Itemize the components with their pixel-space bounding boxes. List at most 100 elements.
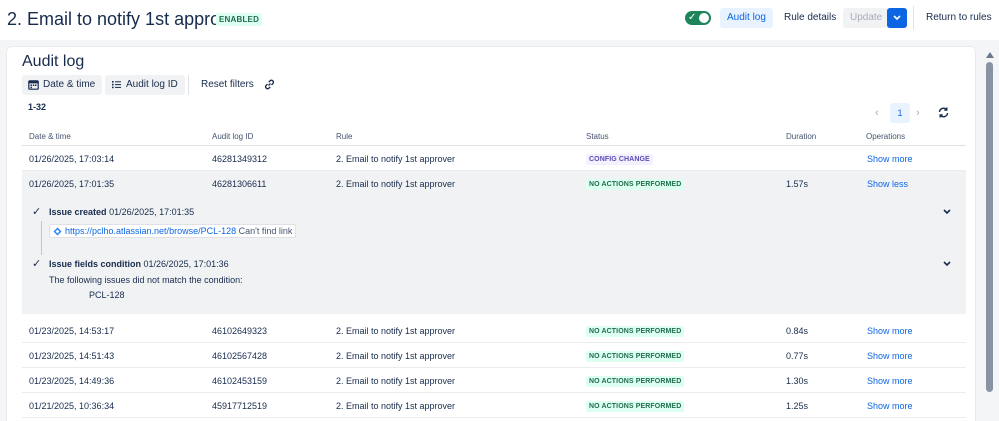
reset-filters-button[interactable]: Reset filters (201, 75, 254, 95)
cell-date: 01/23/2025, 14:53:17 (29, 326, 115, 336)
status-lozenge: NO ACTIONS PERFORMED (586, 350, 685, 362)
cell-rule: 2. Email to notify 1st approver (336, 401, 456, 411)
cell-date: 01/23/2025, 14:51:43 (29, 351, 115, 361)
chevron-right-icon[interactable]: › (916, 107, 920, 119)
column-header-audit-log-id[interactable]: Audit log ID (212, 132, 253, 141)
cell-rule: 2. Email to notify 1st approver (336, 154, 456, 164)
component-time: 01/26/2025, 17:01:35 (109, 207, 195, 217)
status-lozenge: NO ACTIONS PERFORMED (586, 178, 685, 190)
table-row: 01/23/2025, 14:49:36 46102453159 2. Emai… (22, 368, 966, 393)
component-time: 01/26/2025, 17:01:36 (143, 259, 229, 269)
status-lozenge-text: NO ACTIONS PERFORMED (586, 376, 685, 387)
chevron-down-icon (893, 15, 901, 21)
column-header-operations: Operations (866, 132, 906, 141)
unmatched-issue-key: PCL-128 (89, 290, 125, 300)
status-lozenge: NO ACTIONS PERFORMED (586, 325, 685, 337)
check-icon: ✓ (32, 206, 42, 218)
rule-details-button[interactable]: Rule details (777, 8, 843, 28)
chevron-down-icon[interactable] (943, 209, 951, 215)
page-button-current[interactable]: 1 (890, 103, 910, 123)
audit-log-button[interactable]: Audit log (720, 8, 773, 28)
show-more-link[interactable]: Show more (867, 326, 913, 336)
jira-icon (53, 227, 62, 236)
cell-audit-id: 46102567428 (212, 351, 268, 361)
status-lozenge: CONFIG CHANGE (586, 153, 653, 165)
cell-date: 01/26/2025, 17:01:35 (29, 179, 115, 189)
date-time-filter-button[interactable]: Date & time (22, 75, 103, 95)
status-lozenge-text: NO ACTIONS PERFORMED (586, 401, 685, 412)
chevron-down-icon[interactable] (943, 261, 951, 267)
link-icon[interactable] (263, 78, 276, 91)
header-divider (913, 6, 914, 30)
cell-duration: 1.30s (786, 376, 809, 386)
status-lozenge-text: NO ACTIONS PERFORMED (586, 326, 685, 337)
cell-audit-id: 46281349312 (212, 154, 268, 164)
table-row: 01/23/2025, 14:53:17 46102649323 2. Emai… (22, 318, 966, 343)
rule-title: 2. Email to notify 1st approver (7, 9, 246, 29)
component-issue-fields-condition: Issue fields condition 01/26/2025, 17:01… (49, 259, 229, 269)
scrollbar-thumb[interactable] (986, 62, 993, 392)
cell-audit-id: 46281306611 (212, 179, 267, 189)
table-row: 01/26/2025, 17:03:14 46281349312 2. Emai… (22, 146, 966, 171)
condition-message: The following issues did not match the c… (49, 275, 243, 285)
filter-divider (188, 75, 189, 95)
list-icon (112, 81, 121, 89)
calendar-icon (28, 80, 39, 90)
cell-audit-id: 46102649323 (212, 326, 268, 336)
check-icon: ✓ (688, 12, 697, 23)
toggle-knob (699, 13, 709, 23)
status-lozenge-text: CONFIG CHANGE (586, 154, 653, 165)
column-header-status[interactable]: Status (586, 132, 609, 141)
audit-log-id-filter-label: Audit log ID (126, 79, 178, 90)
status-lozenge-text: NO ACTIONS PERFORMED (586, 179, 685, 190)
cell-audit-id: 45917712519 (212, 401, 268, 411)
cell-duration: 0.84s (786, 326, 809, 336)
rule-enabled-toggle[interactable]: ✓ (685, 11, 711, 25)
show-more-link[interactable]: Show more (867, 351, 913, 361)
show-more-link[interactable]: Show more (867, 376, 913, 386)
status-lozenge-text: NO ACTIONS PERFORMED (586, 351, 685, 362)
audit-log-panel: Audit log Date & time Audit log ID Reset… (7, 47, 975, 421)
result-count: 1-32 (28, 102, 47, 112)
column-header-date[interactable]: Date & time (29, 132, 71, 141)
show-less-link[interactable]: Show less (867, 179, 908, 189)
cell-rule: 2. Email to notify 1st approver (336, 351, 456, 361)
refresh-icon[interactable] (937, 106, 950, 119)
update-button[interactable]: Update (843, 8, 890, 28)
table-row: 01/23/2025, 14:51:43 46102567428 2. Emai… (22, 343, 966, 368)
return-to-rules-button[interactable]: Return to rules (919, 8, 999, 28)
cell-rule: 2. Email to notify 1st approver (336, 179, 456, 189)
issue-url-link[interactable]: https://pclho.atlassian.net/browse/PCL-1… (65, 226, 236, 236)
show-more-link[interactable]: Show more (867, 154, 913, 164)
component-issue-created: Issue created 01/26/2025, 17:01:35 (49, 207, 194, 217)
enabled-badge: ENABLED (216, 13, 263, 26)
cell-date: 01/23/2025, 14:49:36 (29, 376, 115, 386)
cell-rule: 2. Email to notify 1st approver (336, 326, 456, 336)
table-row: 01/21/2025, 10:36:34 45917712519 2. Emai… (22, 393, 966, 418)
cell-duration: 1.25s (786, 401, 809, 411)
table-row-expanded: 01/26/2025, 17:01:35 46281306611 2. Emai… (22, 171, 966, 196)
component-title: Issue created (49, 207, 107, 217)
issue-link-chip[interactable]: https://pclho.atlassian.net/browse/PCL-1… (49, 224, 297, 238)
status-lozenge: NO ACTIONS PERFORMED (586, 400, 685, 412)
cell-date: 01/26/2025, 17:03:14 (29, 154, 115, 164)
status-lozenge: NO ACTIONS PERFORMED (586, 375, 685, 387)
cell-rule: 2. Email to notify 1st approver (336, 376, 456, 386)
cell-duration: 1.57s (786, 179, 809, 189)
cell-audit-id: 46102453159 (212, 376, 268, 386)
chevron-left-icon[interactable]: ‹ (875, 107, 879, 119)
cell-date: 01/21/2025, 10:36:34 (29, 401, 115, 411)
rule-header: 2. Email to notify 1st approver ENABLED … (0, 0, 999, 40)
audit-log-id-filter-button[interactable]: Audit log ID (105, 75, 185, 95)
show-more-link[interactable]: Show more (867, 401, 913, 411)
date-time-filter-label: Date & time (43, 79, 96, 90)
audit-details-panel: ✓ Issue created 01/26/2025, 17:01:35 htt… (22, 195, 966, 314)
cell-duration: 0.77s (786, 351, 809, 361)
column-header-duration[interactable]: Duration (786, 132, 816, 141)
column-header-rule[interactable]: Rule (336, 132, 352, 141)
update-dropdown-button[interactable] (887, 8, 907, 28)
scroll-up-arrow-icon[interactable] (986, 52, 994, 58)
timeline-line (41, 221, 42, 255)
component-title: Issue fields condition (49, 259, 142, 269)
page-scrollbar[interactable] (982, 46, 999, 421)
